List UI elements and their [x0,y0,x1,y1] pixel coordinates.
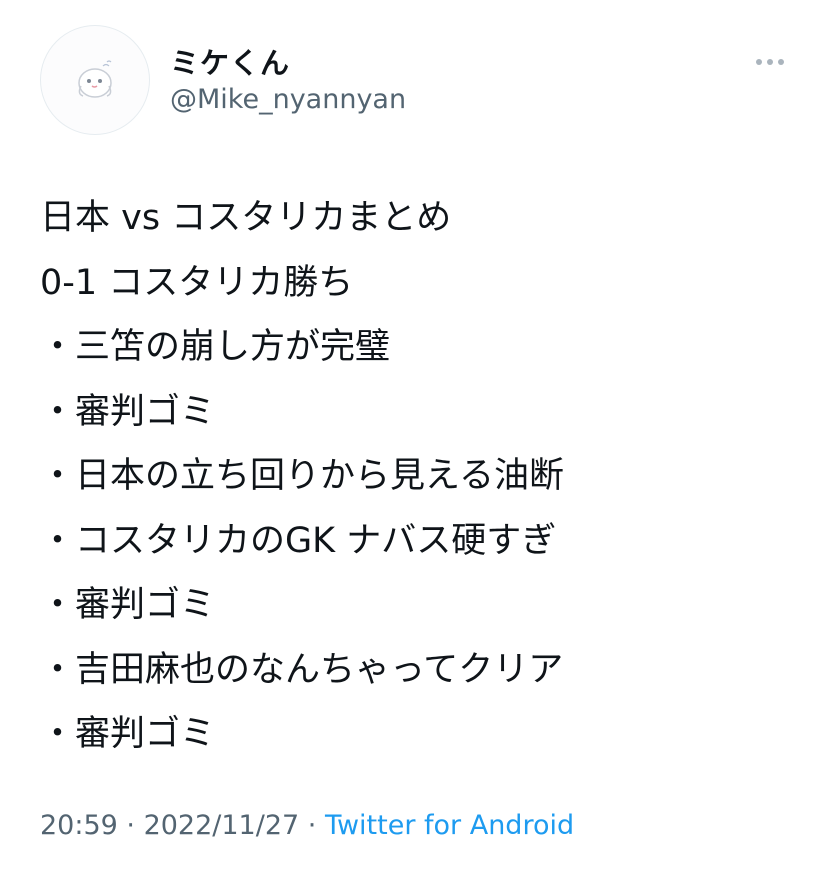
tweet-line: ・審判ゴミ [40,714,216,754]
ghost-cat-avatar-icon [78,60,112,98]
tweet-text: 日本 vs コスタリカまとめ 0-1 コスタリカ勝ち ・三笘の崩し方が完璧 ・審… [40,186,800,767]
tweet-card: ミケくん @Mike_nyannyan 日本 vs コスタリカまとめ 0-1 コ… [0,0,828,875]
tweet-meta: 20:59 · 2022/11/27 · Twitter for Android [40,810,574,841]
handle[interactable]: @Mike_nyannyan [170,84,406,115]
source-link[interactable]: Twitter for Android [325,810,574,841]
tweet-line: ・審判ゴミ [40,585,216,625]
tweet-line: ・コスタリカのGK ナバス硬すぎ [40,520,557,561]
tweet-time[interactable]: 20:59 [40,810,118,841]
tweet-line: ・日本の立ち回りから見える油断 [40,456,564,496]
more-icon [756,59,784,65]
tweet-line: ・吉田麻也のなんちゃってクリア [40,649,564,690]
tweet-line: ・三笘の崩し方が完璧 [40,327,391,367]
tweet-line: 0-1 コスタリカ勝ち [40,262,354,303]
meta-separator: · [299,810,325,841]
avatar[interactable] [40,25,150,135]
meta-separator: · [117,810,144,841]
more-button[interactable] [750,48,790,76]
tweet-line: 日本 vs コスタリカまとめ [40,198,452,238]
display-name[interactable]: ミケくん [170,40,290,82]
tweet-line: ・審判ゴミ [40,391,216,432]
tweet-date[interactable]: 2022/11/27 [144,810,300,841]
